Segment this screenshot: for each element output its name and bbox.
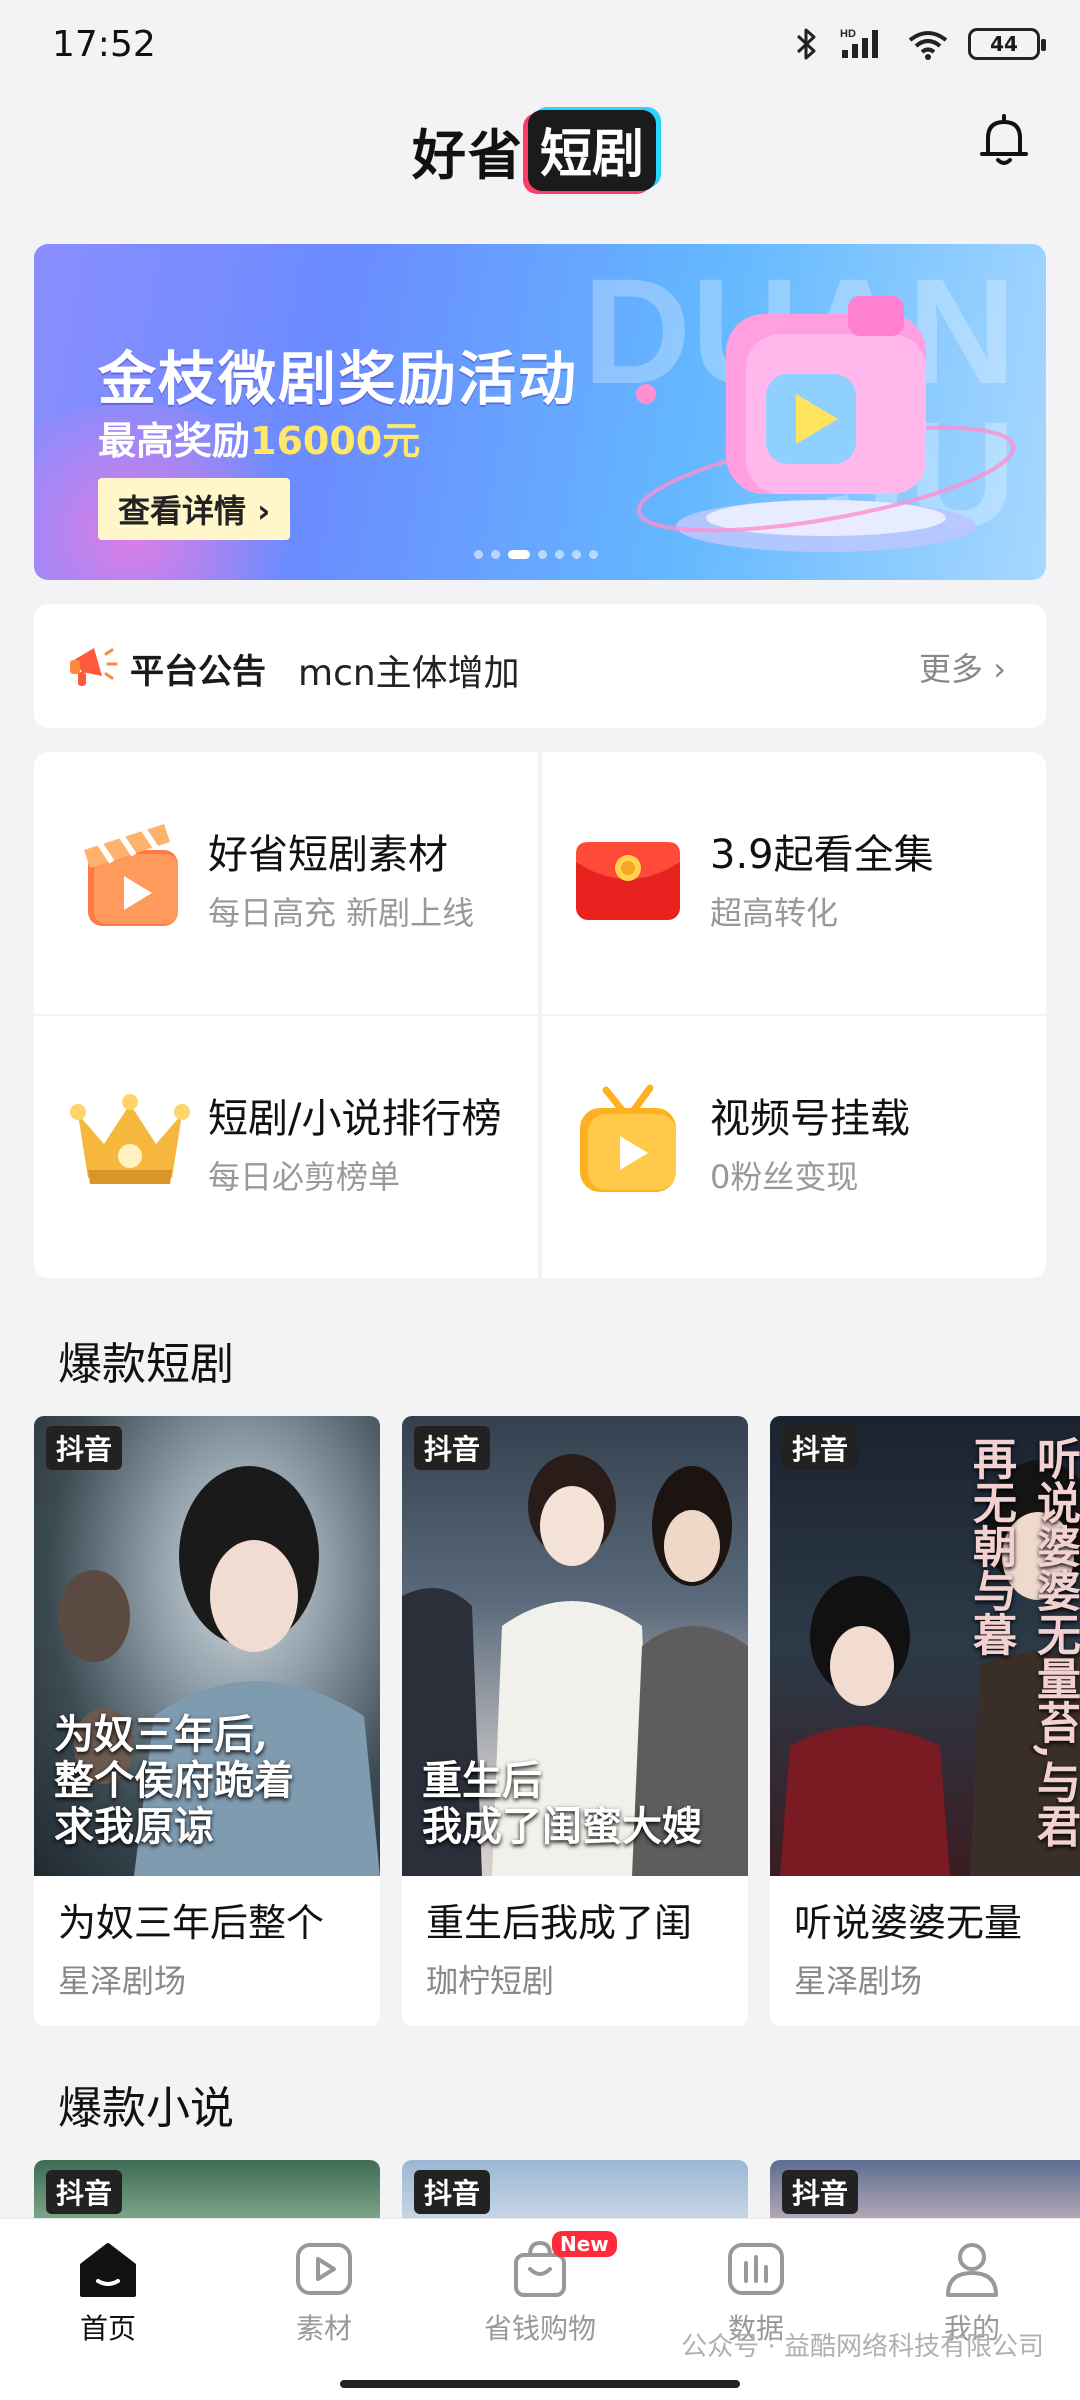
poster-caption: 重生后 我成了闺蜜大嫂 [422,1757,702,1850]
notice-tag: 平台公告 [130,652,266,692]
banner-subtitle: 最高奖励16000元 [98,410,420,465]
drama-poster: 抖音 重生后 我成了闺蜜大嫂 [402,1416,748,1876]
bell-icon[interactable] [974,112,1034,172]
banner-pagination [474,550,598,559]
nav-label: 首页 [79,2312,136,2345]
status-icons: HD 44 [794,26,1046,62]
section-title-hot-dramas: 爆款短剧 [58,1339,234,1390]
red-envelope-icon [576,842,680,920]
play-square-icon [296,2243,352,2295]
feature-ranking[interactable]: 短剧/小说排行榜 每日必剪榜单 [34,1016,538,1278]
platform-tag: 抖音 [414,1426,491,1470]
platform-tag: 抖音 [414,2170,491,2214]
wifi-icon [908,31,948,60]
poster-caption: 为奴三年后, 整个侯府跪着 求我原谅 [54,1711,294,1850]
wechat-watermark: 公众号 · 益酷网络科技有限公司 [681,2332,1044,2362]
novel-card[interactable]: 抖音 [34,2160,380,2220]
drama-title: 重生后我成了闺 [426,1901,693,1945]
novel-card[interactable]: 抖音 [770,2160,1080,2220]
tv-icon [580,1084,676,1192]
poster-caption: 听说婆婆无量苔,与君再无朝与暮 [965,1436,1080,1848]
logo-text-highlight: 短剧 [528,110,657,191]
platform-tag: 抖音 [782,2170,859,2214]
bar-chart-icon [728,2243,784,2295]
hot-drama-list[interactable]: 抖音 为奴三年后, 整个侯府跪着 求我原谅 为奴三年后整个 星泽剧场 抖音 重生… [34,1416,1080,2026]
logo-text-primary: 好省 [412,124,524,187]
nav-item-shopping[interactable]: New 省钱购物 [432,2231,648,2377]
drama-studio: 珈柠短剧 [426,1962,555,2000]
drama-card[interactable]: 抖音 重生后 我成了闺蜜大嫂 重生后我成了闺 珈柠短剧 [402,1416,748,2026]
drama-title: 为奴三年后整个 [58,1901,325,1945]
status-bar: 17:52 HD 44 [0,0,1080,96]
hot-novel-list[interactable]: 抖音 抖音 抖音 [34,2160,1080,2220]
feature-title: 好省短剧素材 [208,832,448,878]
drama-studio: 星泽剧场 [794,1962,923,2000]
pagination-dot [555,550,564,559]
feature-subtitle: 每日高充 新剧上线 [208,894,475,932]
clapperboard-icon [84,824,178,926]
section-title-hot-novels: 爆款小说 [58,2083,234,2134]
feature-video-channel[interactable]: 视频号挂载 0粉丝变现 [542,1016,1046,1278]
pagination-dot-active [508,550,530,559]
app-header: 好省 短剧 [0,100,1080,200]
drama-card[interactable]: 抖音 为奴三年后, 整个侯府跪着 求我原谅 为奴三年后整个 星泽剧场 [34,1416,380,2026]
pagination-dot [538,550,547,559]
feature-watch-full[interactable]: 3.9起看全集 超高转化 [542,752,1046,1014]
feature-subtitle: 超高转化 [710,894,839,932]
pagination-dot [474,550,483,559]
svg-text:HD: HD [840,28,856,40]
feature-drama-materials[interactable]: 好省短剧素材 每日高充 新剧上线 [34,752,538,1014]
platform-notice-bar[interactable]: 平台公告 mcn主体增加 更多 › [34,604,1046,728]
nav-item-home[interactable]: 首页 [0,2237,216,2377]
feature-subtitle: 每日必剪榜单 [208,1158,401,1196]
home-indicator[interactable] [340,2380,740,2388]
platform-tag: 抖音 [46,1426,123,1470]
bottom-navigation: 首页 素材 New 省钱购物 数据 我的 [0,2218,1080,2400]
crown-icon [70,1094,190,1184]
feature-grid: 好省短剧素材 每日高充 新剧上线 3.9起看全集 超高转化 短剧/小说排行榜 每… [34,752,1046,1278]
drama-poster: 抖音 为奴三年后, 整个侯府跪着 求我原谅 [34,1416,380,1876]
novel-card[interactable]: 抖音 [402,2160,748,2220]
home-icon [80,2243,136,2297]
nav-label: 素材 [295,2312,352,2345]
signal-icon: HD [840,28,878,58]
nav-item-materials[interactable]: 素材 [216,2237,432,2377]
notice-text[interactable]: mcn主体增加 [298,644,520,696]
platform-tag: 抖音 [782,1426,859,1470]
drama-studio: 星泽剧场 [58,1962,187,2000]
pagination-dot [491,550,500,559]
feature-title: 3.9起看全集 [710,832,934,878]
drama-title: 听说婆婆无量 [794,1901,1023,1945]
platform-tag: 抖音 [46,2170,123,2214]
app-logo: 好省 短剧 [412,110,657,191]
user-icon [946,2243,998,2297]
pagination-dot [589,550,598,559]
new-badge: New [552,2231,617,2257]
megaphone-icon [70,648,118,686]
bluetooth-icon [796,28,816,60]
battery-indicator: 44 [968,28,1046,60]
drama-poster: 抖音 听说婆婆无量苔,与君再无朝与暮 [770,1416,1080,1876]
banner-title: 金枝微剧奖励活动 [98,345,579,413]
drama-card[interactable]: 抖音 听说婆婆无量苔,与君再无朝与暮 听说婆婆无量 星泽剧场 [770,1416,1080,2026]
pagination-dot [572,550,581,559]
feature-title: 短剧/小说排行榜 [208,1096,502,1142]
banner-details-button[interactable]: 查看详情 › [98,478,291,540]
promo-banner[interactable]: DUAN JU 金枝微剧奖励活动 最高奖励16000元 查看详情 › [34,244,1046,580]
feature-subtitle: 0粉丝变现 [710,1158,859,1196]
notice-more-link[interactable]: 更多 › [919,644,1006,690]
status-time: 17:52 [52,24,156,65]
banner-subtitle-prefix: 最高奖励 [98,419,251,463]
feature-title: 视频号挂载 [710,1096,910,1142]
nav-label: 省钱购物 [483,2312,596,2345]
play-cube-illustration [636,296,1016,552]
banner-reward-amount: 16000元 [250,419,421,463]
